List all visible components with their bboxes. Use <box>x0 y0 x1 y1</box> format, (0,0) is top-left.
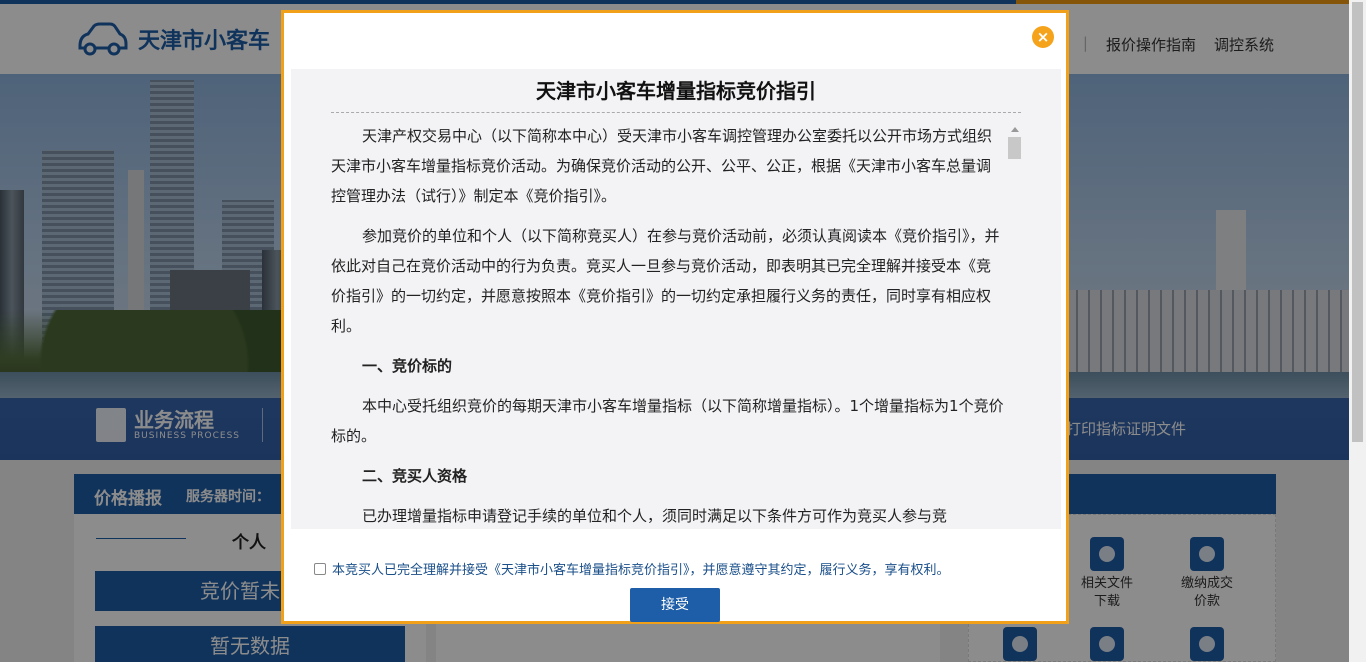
page-scrollbar[interactable] <box>1349 0 1366 662</box>
scroll-thumb[interactable] <box>1008 137 1021 159</box>
agree-text: 本竞买人已完全理解并接受《天津市小客车增量指标竞价指引》，并愿意遵守其约定，履行… <box>332 563 950 578</box>
agree-checkbox[interactable] <box>314 562 326 575</box>
section-heading: 一、竞价标的 <box>362 357 453 375</box>
content-scrollbar[interactable] <box>1008 127 1022 527</box>
scroll-up-icon[interactable] <box>1011 127 1019 132</box>
accept-button[interactable]: 接受 <box>630 588 720 622</box>
guide-title: 天津市小客车增量指标竞价指引 <box>331 75 1021 113</box>
guide-paragraph: 参加竞价的单位和个人（以下简称竞买人）在参与竞价活动前，必须认真阅读本《竞价指引… <box>331 227 1000 335</box>
guide-content[interactable]: 天津市小客车增量指标竞价指引 天津产权交易中心（以下简称本中心）受天津市小客车调… <box>291 69 1061 529</box>
guide-paragraph: 天津产权交易中心（以下简称本中心）受天津市小客车调控管理办公室委托以公开市场方式… <box>331 127 993 205</box>
guide-paragraph: 已办理增量指标申请登记手续的单位和个人，须同时满足以下条件方可作为竞买人参与竞 <box>362 507 948 525</box>
close-button[interactable]: × <box>1032 26 1054 48</box>
bid-guide-modal: × 天津市小客车增量指标竞价指引 天津产权交易中心（以下简称本中心）受天津市小客… <box>281 10 1069 624</box>
agree-checkbox-row[interactable]: 本竞买人已完全理解并接受《天津市小客车增量指标竞价指引》，并愿意遵守其约定，履行… <box>314 559 950 578</box>
guide-body: 天津产权交易中心（以下简称本中心）受天津市小客车调控管理办公室委托以公开市场方式… <box>331 121 1005 529</box>
guide-paragraph: 本中心受托组织竞价的每期天津市小客车增量指标（以下简称增量指标）。1个增量指标为… <box>331 397 1004 445</box>
section-heading: 二、竞买人资格 <box>362 467 468 485</box>
